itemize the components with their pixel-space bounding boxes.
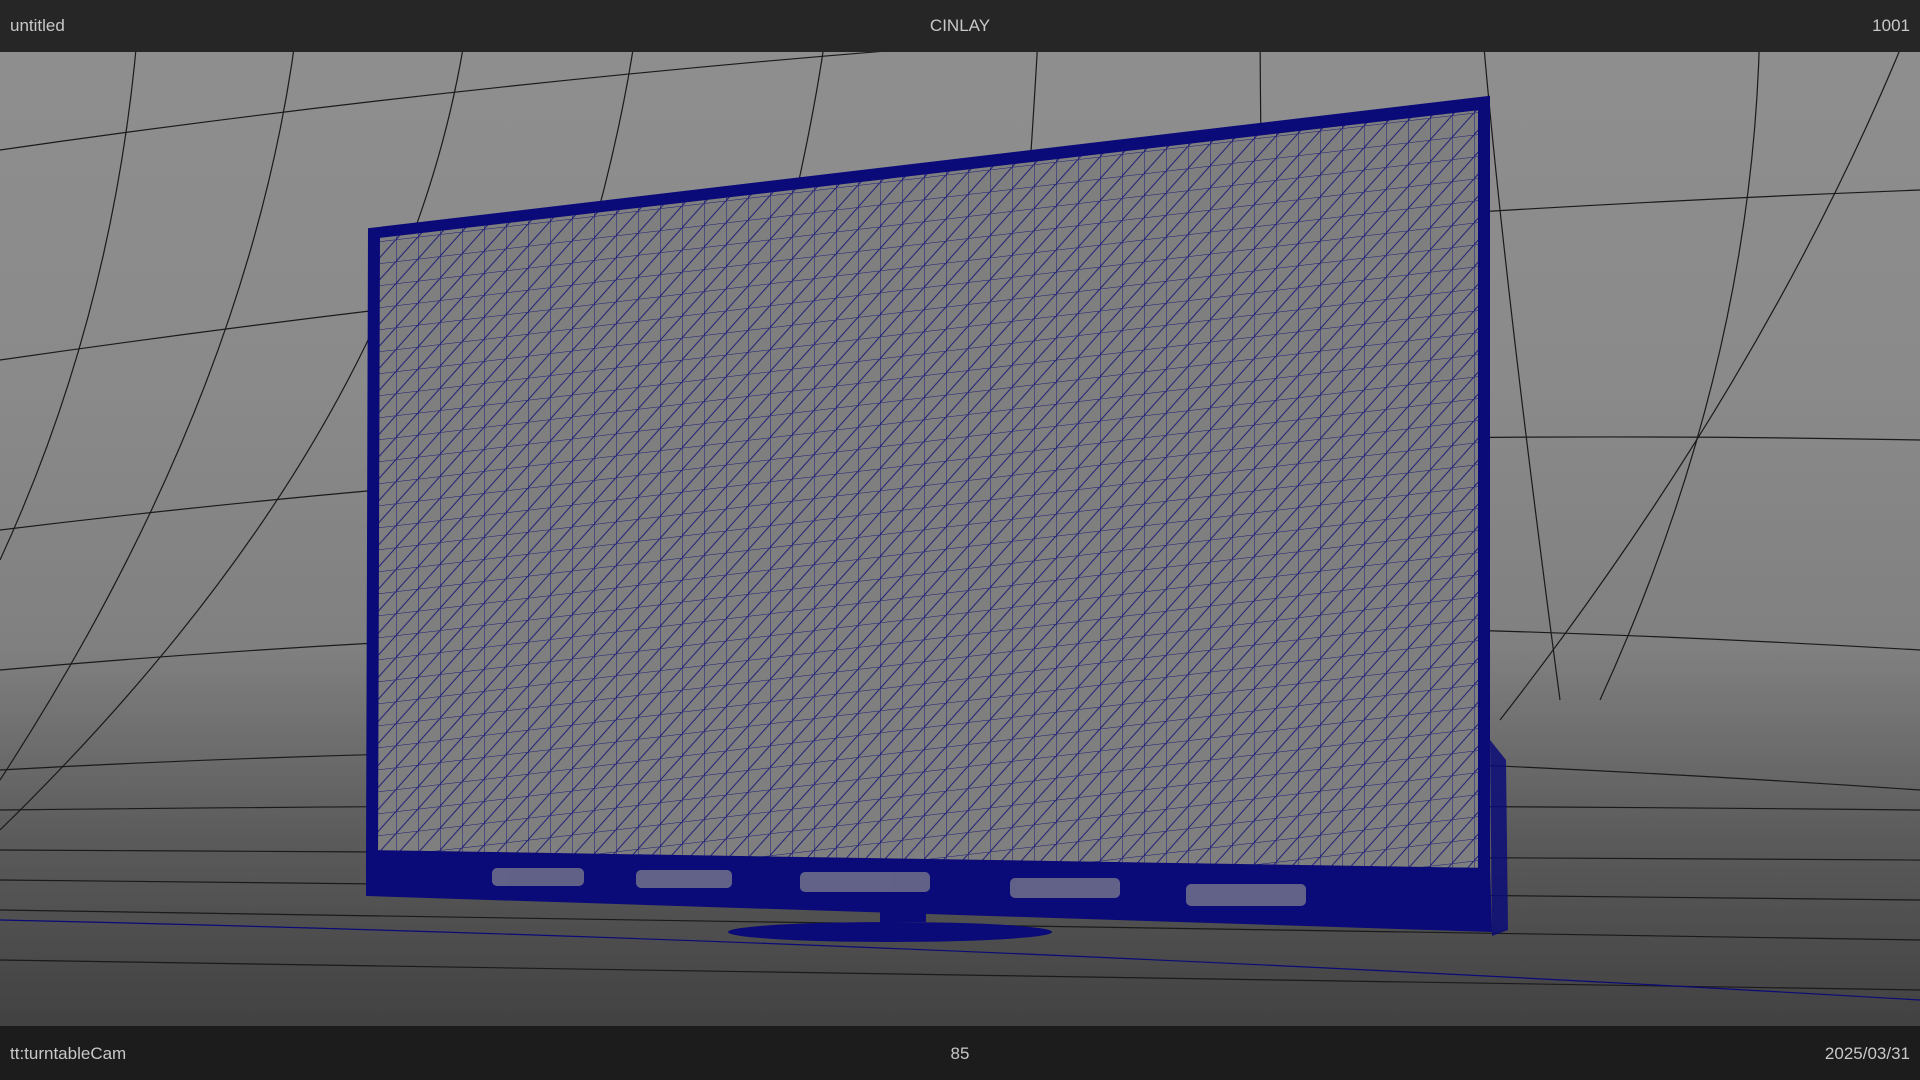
viewport-title: CINLAY — [929, 16, 991, 35]
tv-stand-base — [728, 922, 1052, 942]
hud-bottom-bar: tt:turntableCam 85 2025/03/31 — [0, 1026, 1920, 1080]
tv-model-wireframe — [365, 95, 1508, 942]
maya-viewport[interactable]: untitled CINLAY 1001 tt:turntableCam 85 … — [0, 0, 1920, 1080]
tv-left-edge — [368, 229, 380, 861]
tv-stand-neck — [880, 902, 926, 922]
current-frame: 85 — [950, 1044, 970, 1063]
frame-number-top: 1001 — [1872, 16, 1910, 35]
viewport-scene[interactable] — [0, 0, 1920, 1080]
date-stamp: 2025/03/31 — [1824, 1044, 1910, 1063]
scene-name: untitled — [10, 16, 65, 35]
tv-side — [1490, 740, 1508, 936]
camera-name: tt:turntableCam — [10, 1044, 127, 1063]
hud-top-bar: untitled CINLAY 1001 — [0, 0, 1920, 52]
